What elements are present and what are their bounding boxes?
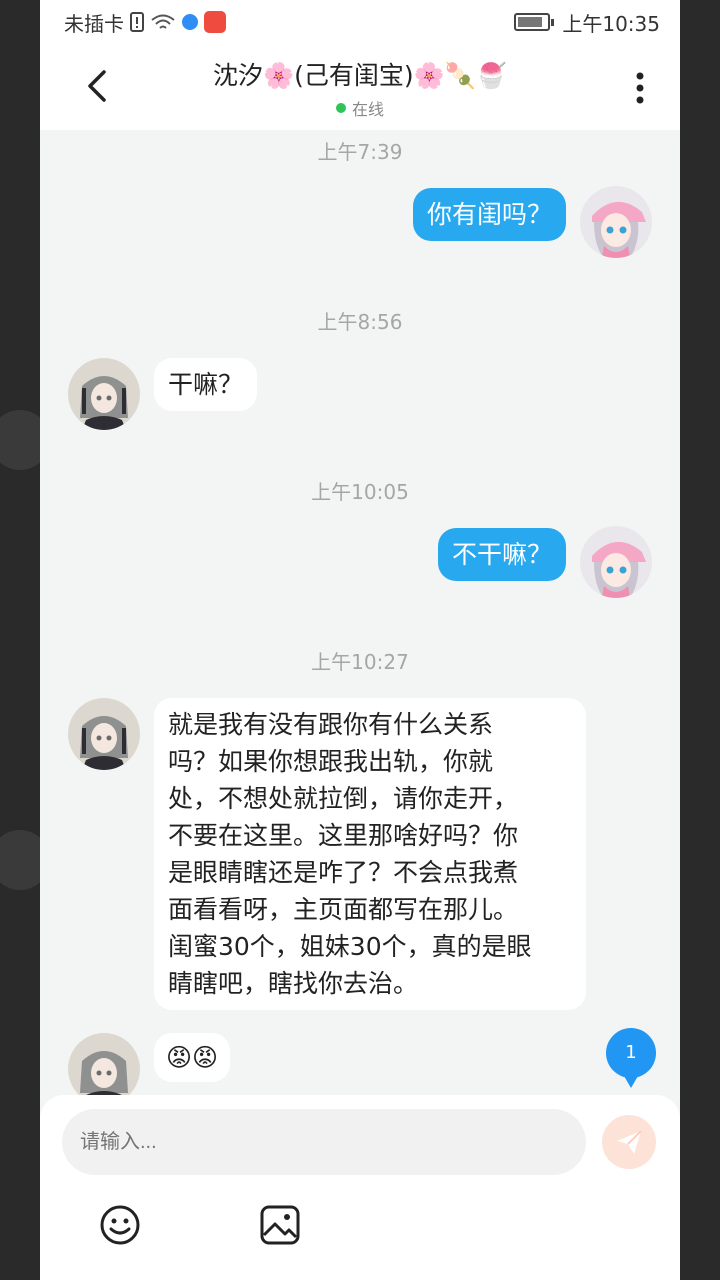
message-timestamp: 上午7:39 [317, 140, 403, 164]
image-button[interactable] [258, 1203, 302, 1247]
carrier-label: 未插卡 [64, 11, 124, 36]
clock: 上午10:35 [562, 11, 660, 36]
contact-name[interactable]: 沈汐🌸(己有闺宝)🌸🍡🍧 [140, 56, 580, 92]
message-timestamp: 上午10:27 [311, 650, 409, 674]
chat-header: 沈汐🌸(己有闺宝)🌸🍡🍧 在线 [40, 44, 680, 130]
status-bar: 未插卡 上午10:35 [40, 0, 680, 44]
angry-face-emoji: 😡😡 [166, 1043, 219, 1072]
contact-avatar[interactable] [68, 698, 140, 770]
online-status: 在线 [351, 100, 384, 119]
sim-icon [130, 12, 144, 32]
incoming-emoji-message[interactable]: 😡😡 [154, 1033, 231, 1082]
contact-avatar[interactable] [68, 358, 140, 430]
incoming-message-long[interactable]: 就是我有没有跟你有什么关系 吗？如果你想跟我出轨，你就 处，不想处就拉倒，请你走… [154, 698, 586, 1010]
message-line: 处，不想处就拉倒，请你走开， [168, 784, 519, 813]
message-line: 是眼睛瞎还是咋了？不会点我煮 [168, 858, 519, 887]
outgoing-message[interactable]: 你有闺吗？ [412, 188, 566, 241]
chat-screen: 未插卡 上午10:35 沈汐🌸(己有闺宝)🌸� [40, 0, 680, 1280]
unread-badge[interactable]: 1 [606, 1028, 656, 1088]
send-icon [617, 1130, 642, 1154]
image-icon [260, 1205, 300, 1245]
message-line: 吗？如果你想跟我出轨，你就 [168, 747, 494, 776]
message-line: 睛瞎吧，瞎找你去治。 [168, 969, 419, 998]
message-timestamp: 上午10:05 [311, 480, 409, 504]
message-input[interactable] [62, 1109, 586, 1175]
message-line: 面看看呀，主页面都写在那儿。 [168, 895, 519, 924]
my-avatar[interactable] [580, 186, 652, 258]
emoji-icon [100, 1205, 140, 1245]
battery-icon [514, 13, 555, 31]
message-line: 就是我有没有跟你有什么关系 [168, 710, 494, 739]
outgoing-message[interactable]: 不干嘛？ [437, 528, 566, 581]
incoming-message[interactable]: 干嘛？ [154, 358, 258, 411]
message-composer [40, 1095, 680, 1280]
back-arrow-icon [88, 70, 106, 102]
more-options-button[interactable] [622, 66, 658, 110]
app-notification-icon [182, 14, 198, 30]
online-indicator [335, 103, 346, 113]
back-button[interactable] [76, 64, 120, 108]
shopping-app-icon [204, 11, 226, 33]
message-line: 不要在这里。这里那啥好吗？你 [168, 821, 519, 850]
send-button[interactable] [602, 1115, 656, 1169]
message-list[interactable]: 上午7:39 你有闺吗？ 上午8:56 干嘛？ 上午10:05 不干嘛？ 上午1… [40, 130, 680, 1105]
more-vertical-icon [636, 72, 644, 104]
message-line: 闺蜜30个，姐妹30个，真的是眼 [168, 932, 532, 961]
emoji-button[interactable] [98, 1203, 142, 1247]
message-timestamp: 上午8:56 [317, 310, 403, 334]
wifi-icon [151, 14, 175, 29]
my-avatar[interactable] [580, 526, 652, 598]
